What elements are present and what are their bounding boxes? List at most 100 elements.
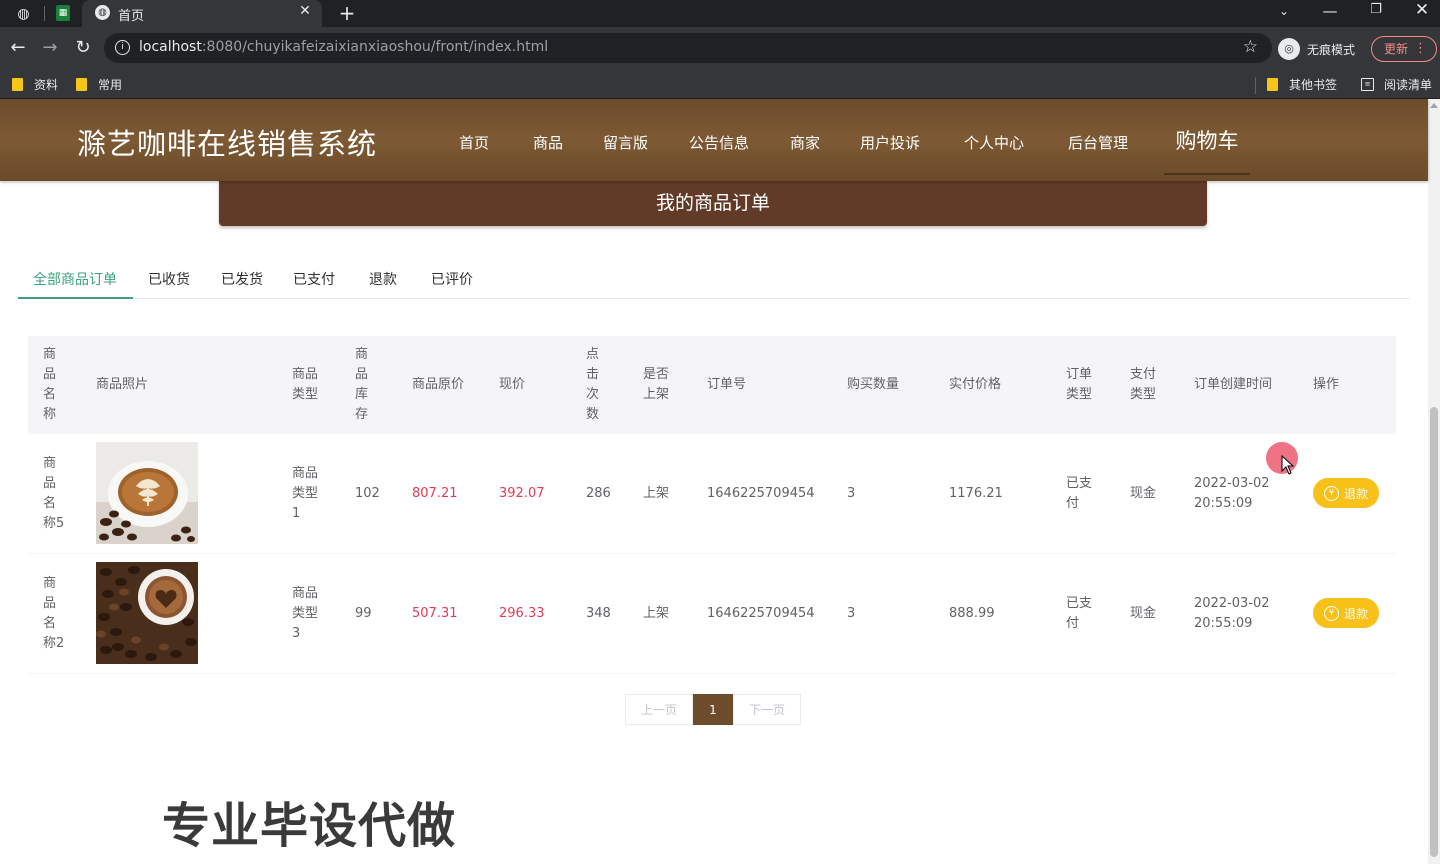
reload-icon[interactable]: ↻: [72, 37, 94, 59]
product-photo-beans[interactable]: [96, 562, 198, 664]
cell-stock: 102: [355, 485, 380, 501]
tab-separator: [44, 6, 45, 21]
menu-dots-icon[interactable]: ⋮: [1414, 37, 1427, 61]
cell-quantity: 3: [847, 605, 856, 621]
bookmark-separator: [1255, 77, 1256, 94]
nav-products[interactable]: 商品: [533, 132, 563, 153]
th-payment-type: 支付 类型: [1130, 367, 1157, 402]
close-window-icon[interactable]: ✕: [1402, 0, 1440, 20]
order-filter-tabs: 全部商品订单 已收货 已发货 已支付 退款 已评价: [18, 259, 1410, 299]
bookmark-folder-ziliao[interactable]: 资料: [12, 76, 58, 93]
page-number-current[interactable]: 1: [693, 694, 733, 725]
folder-icon: [1267, 78, 1278, 91]
th-product-photo: 商品照片: [96, 377, 149, 392]
tab-all-orders[interactable]: 全部商品订单: [33, 269, 117, 289]
browser-tab-active[interactable]: ◍ 首页 ✕: [82, 0, 322, 27]
refund-button[interactable]: ¥ 退款: [1313, 598, 1379, 628]
browser-toolbar: ← → ↻ i localhost:8080/chuyikafeizaixian…: [0, 27, 1440, 71]
forward-arrow-icon[interactable]: →: [39, 37, 61, 59]
scroll-up-arrow-icon[interactable]: [1430, 103, 1438, 108]
incognito-indicator[interactable]: ◎ 无痕模式: [1278, 37, 1355, 61]
bookmark-label: 其他书签: [1289, 78, 1338, 92]
yen-icon: ¥: [1323, 485, 1339, 501]
nav-admin[interactable]: 后台管理: [1068, 132, 1128, 153]
minimize-icon[interactable]: —: [1310, 2, 1350, 20]
tab-close-icon[interactable]: ✕: [296, 3, 314, 19]
cell-current-price: 392.07: [499, 485, 545, 501]
cell-clicks: 286: [586, 485, 611, 501]
mouse-cursor-icon: [1281, 455, 1295, 475]
cell-order-type: 已支 付: [1066, 595, 1093, 631]
cell-current-price: 296.33: [499, 605, 545, 621]
nav-merchants[interactable]: 商家: [790, 132, 820, 153]
table-row: 商 品 名 称5 商品 类型 1 102 807.21 392.07 286 上…: [28, 434, 1396, 554]
refund-button[interactable]: ¥ 退款: [1313, 478, 1379, 508]
reading-list[interactable]: ≡ 阅读清单: [1361, 76, 1432, 93]
url-text[interactable]: localhost:8080/chuyikafeizaixianxiaoshou…: [139, 39, 548, 55]
site-header: 滁艺咖啡在线销售系统 首页 商品 留言版 公告信息 商家 用户投诉 个人中心 后…: [0, 99, 1428, 181]
incognito-label: 无痕模式: [1307, 42, 1356, 57]
pinned-sheets-icon[interactable]: ▦: [56, 5, 70, 21]
yen-icon: ¥: [1323, 605, 1339, 621]
product-photo-latte[interactable]: [96, 442, 198, 544]
nav-message-board[interactable]: 留言版: [603, 132, 648, 153]
cell-created-time: 2022-03-02 20:55:09: [1194, 475, 1270, 511]
cell-clicks: 348: [586, 605, 611, 621]
th-product-name: 商 品 名 称: [43, 347, 57, 422]
nav-personal-center[interactable]: 个人中心: [964, 132, 1024, 153]
th-product-type: 商品 类型: [292, 367, 319, 402]
incognito-icon: ◎: [1278, 38, 1300, 60]
prev-page-button[interactable]: 上一页: [625, 694, 693, 725]
page-scrollbar[interactable]: [1428, 99, 1440, 864]
watermark-overlay: 专业毕设代做: [162, 798, 457, 854]
new-tab-icon[interactable]: +: [336, 1, 358, 25]
bookmark-star-icon[interactable]: ☆: [1243, 37, 1258, 57]
tab-title: 首页: [118, 9, 145, 24]
address-bar[interactable]: i localhost:8080/chuyikafeizaixianxiaosh…: [104, 33, 1272, 63]
refund-label: 退款: [1343, 606, 1368, 621]
scroll-thumb[interactable]: [1430, 407, 1438, 857]
tab-search-chevron-icon[interactable]: ⌄: [1264, 4, 1304, 18]
page-title-banner: 我的商品订单: [219, 181, 1207, 226]
cell-stock: 99: [355, 605, 372, 621]
update-label: 更新: [1384, 42, 1409, 56]
browser-menu-globe-icon[interactable]: ◍: [14, 4, 33, 23]
cell-original-price: 807.21: [412, 485, 458, 501]
th-created-time: 订单创建时间: [1194, 377, 1273, 392]
cell-created-time: 2022-03-02 20:55:09: [1194, 595, 1270, 631]
back-arrow-icon[interactable]: ←: [7, 37, 29, 59]
cell-payment-type: 现金: [1130, 605, 1157, 621]
restore-icon[interactable]: ❐: [1356, 2, 1396, 17]
nav-cart[interactable]: 购物车: [1164, 125, 1250, 175]
th-current-price: 现价: [499, 377, 526, 392]
bookmark-label: 常用: [98, 78, 123, 92]
cell-order-number: 1646225709454: [707, 485, 815, 501]
th-stock: 商 品 库 存: [355, 347, 369, 422]
cell-original-price: 507.31: [412, 605, 458, 621]
site-info-icon[interactable]: i: [115, 40, 130, 55]
table-row: 商 品 名 称2 商品 类型 3 99 507.31 296.33 348 上架…: [28, 554, 1396, 674]
nav-home[interactable]: 首页: [459, 132, 489, 153]
folder-icon: [12, 78, 23, 91]
tab-refund[interactable]: 退款: [369, 269, 397, 289]
reading-list-icon: ≡: [1361, 78, 1374, 91]
bookmark-folder-changyong[interactable]: 常用: [76, 76, 122, 93]
next-page-button[interactable]: 下一页: [733, 694, 801, 725]
th-original-price: 商品原价: [412, 377, 465, 392]
th-listed: 是否 上架: [643, 367, 670, 402]
tab-received[interactable]: 已收货: [148, 269, 190, 289]
tab-globe-icon: ◍: [95, 5, 110, 20]
nav-complaints[interactable]: 用户投诉: [860, 132, 920, 153]
tab-reviewed[interactable]: 已评价: [431, 269, 473, 289]
update-button[interactable]: 更新 ⋮: [1371, 36, 1437, 62]
th-order-type: 订单 类型: [1066, 367, 1093, 402]
tab-paid[interactable]: 已支付: [293, 269, 335, 289]
cell-order-type: 已支 付: [1066, 475, 1093, 511]
table-header: 商 品 名 称 商品照片 商品 类型 商 品 库 存 商品原价 现价 点 击 次…: [28, 336, 1396, 434]
bookmarks-bar: 资料 常用 其他书签 ≡ 阅读清单: [0, 71, 1440, 99]
nav-announcements[interactable]: 公告信息: [689, 132, 749, 153]
cell-paid-price: 1176.21: [949, 485, 1003, 501]
tab-shipped[interactable]: 已发货: [221, 269, 263, 289]
bookmark-folder-other[interactable]: 其他书签: [1267, 76, 1337, 93]
th-quantity: 购买数量: [847, 377, 900, 392]
